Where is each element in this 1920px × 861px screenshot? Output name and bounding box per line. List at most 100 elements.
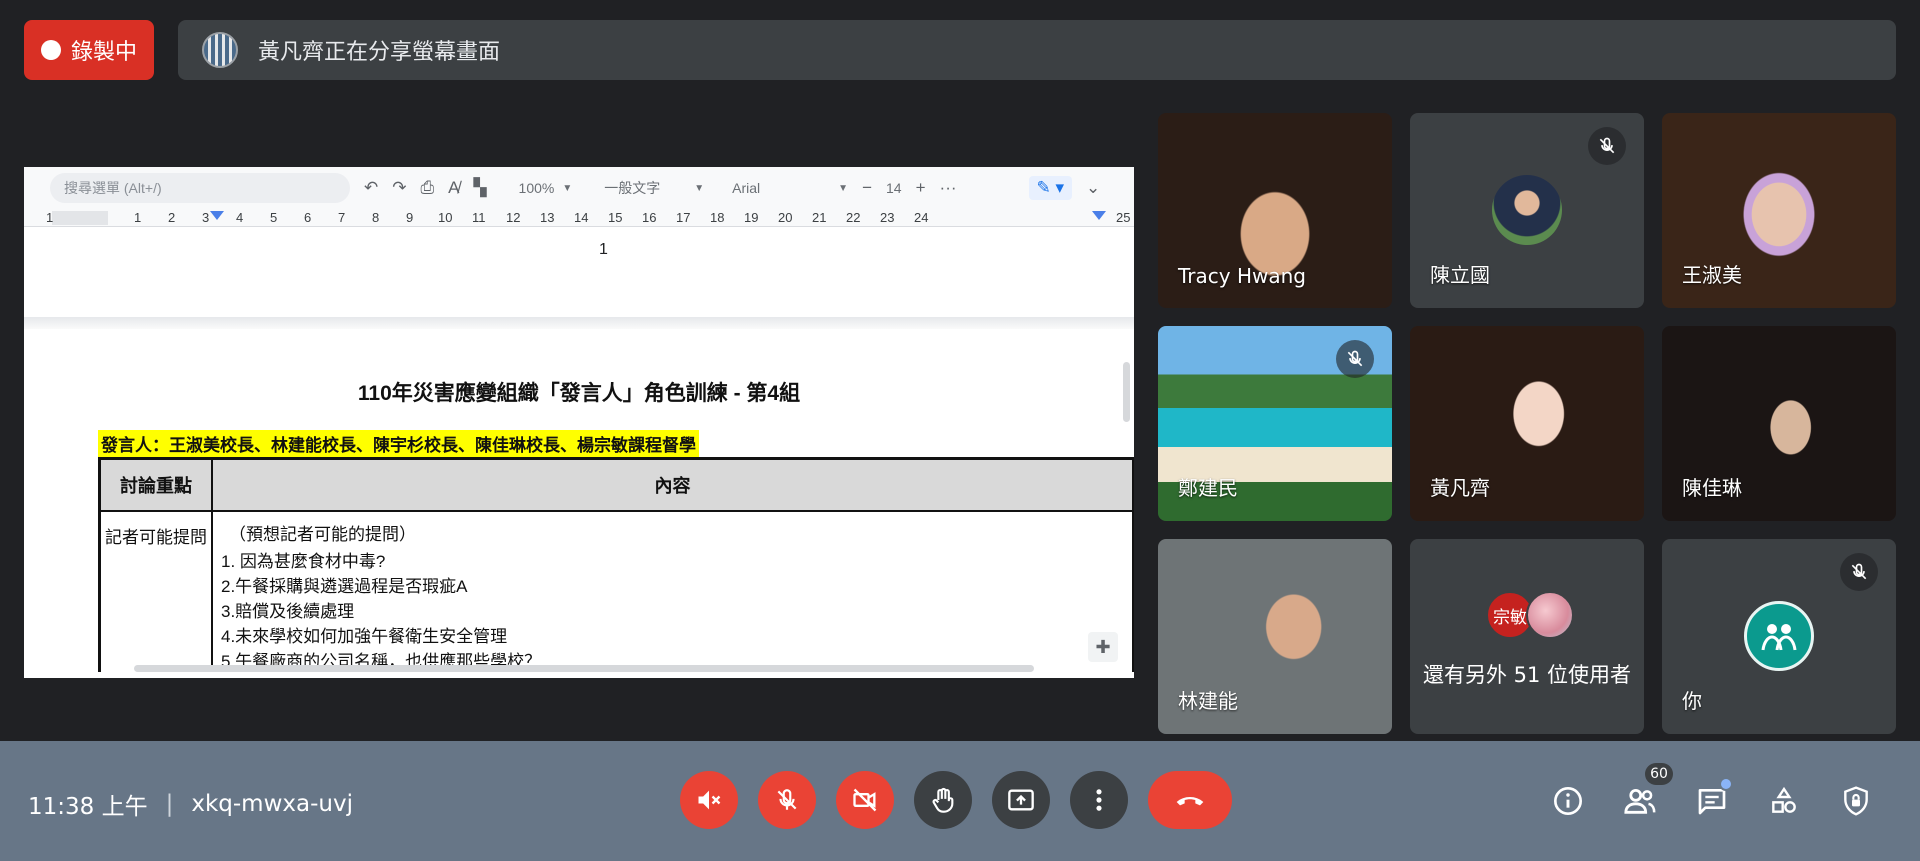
ruler-tick-label: 5 xyxy=(270,210,278,225)
ruler-tick-label: 8 xyxy=(372,210,380,225)
doc-menu-search: 搜尋選單 (Alt+/) xyxy=(50,173,350,203)
mic-off-icon xyxy=(777,789,797,810)
participant-name: 林建能 xyxy=(1178,689,1238,713)
row-label-line: 提問 xyxy=(173,528,207,547)
zoom-value: 100% xyxy=(518,180,555,196)
ruler-margin xyxy=(52,211,108,225)
participant-tile-huang-fanqi[interactable]: 黃凡齊 xyxy=(1410,326,1644,521)
ruler-tick-label: 3 xyxy=(202,210,210,225)
raise-hand-button[interactable] xyxy=(914,771,972,829)
people-count-badge: 60 xyxy=(1645,763,1673,785)
shapes-icon xyxy=(1772,786,1796,813)
table-row: 記者可能 提問 （預想記者可能的提問） 1. 因為甚麼食材中毒? 2.午餐採購與… xyxy=(101,512,1132,672)
camera-toggle-button[interactable] xyxy=(836,771,894,829)
ruler-tick-label: 21 xyxy=(812,210,827,225)
present-to-all-icon xyxy=(1008,789,1034,811)
screen-share-text: 黃凡齊正在分享螢幕畫面 xyxy=(258,40,501,65)
ruler-tick-label: 2 xyxy=(168,210,176,225)
participant-tile-tracy-hwang[interactable]: Tracy Hwang xyxy=(1158,113,1392,308)
participant-tile-chen-jialin[interactable]: 陳佳琳 xyxy=(1662,326,1896,521)
table-row-content: （預想記者可能的提問） 1. 因為甚麼食材中毒? 2.午餐採購與遴選過程是否瑕疵… xyxy=(213,512,1132,672)
info-icon xyxy=(1554,787,1582,815)
host-controls-button[interactable] xyxy=(1838,783,1874,819)
speaker-mute-button[interactable] xyxy=(680,771,738,829)
leave-call-button[interactable] xyxy=(1148,771,1232,829)
more-participants-tile[interactable]: 宗敏 還有另外 51 位使用者 xyxy=(1410,539,1644,734)
participant-tile-wang-shumei[interactable]: 王淑美 xyxy=(1662,113,1896,308)
ruler-tick-label: 22 xyxy=(846,210,861,225)
participant-name: 陳立國 xyxy=(1430,263,1490,287)
doc-table: 討論重點 內容 記者可能 提問 （預想記者可能的提問） 1. 因為甚麼食材中毒?… xyxy=(98,457,1134,672)
present-screen-button[interactable] xyxy=(992,771,1050,829)
ruler-tick-label: 19 xyxy=(744,210,759,225)
participant-tile-zheng-jianmin[interactable]: 鄭建民 xyxy=(1158,326,1392,521)
participant-name: 你 xyxy=(1682,689,1702,713)
row-label-line: 記者可能 xyxy=(105,528,173,547)
redo-icon: ↷ xyxy=(392,178,407,197)
shield-lock-icon xyxy=(1844,786,1868,816)
more-options-button[interactable] xyxy=(1070,771,1128,829)
meeting-info-button[interactable] xyxy=(1550,783,1586,819)
participant-tile-lin-jianneng[interactable]: 林建能 xyxy=(1158,539,1392,734)
recording-indicator[interactable]: 錄製中 xyxy=(24,20,154,80)
shared-screen: 搜尋選單 (Alt+/) ↶ ↷ ⎙ A̸ ▚ 100% ▼ 一般文字 ▼ Aria… xyxy=(24,167,1134,678)
meeting-code: xkq-mwxa-uvj xyxy=(191,791,353,817)
table-row-label: 記者可能 提問 xyxy=(101,512,213,672)
doc-toolbar: 搜尋選單 (Alt+/) ↶ ↷ ⎙ A̸ ▚ 100% ▼ 一般文字 ▼ Aria… xyxy=(24,167,1134,209)
edit-mode-icon: ✎ ▾ xyxy=(1028,176,1073,200)
zoom-select: 100% ▼ xyxy=(519,180,573,196)
people-button[interactable] xyxy=(1622,783,1658,819)
ruler-tick-label: 12 xyxy=(506,210,521,225)
ruler-tick-label: 11 xyxy=(472,210,486,225)
spellcheck-icon: A̸ xyxy=(448,178,460,197)
table-header-row: 討論重點 內容 xyxy=(101,460,1132,512)
horizontal-scrollbar xyxy=(134,665,1034,672)
chevron-down-icon: ▼ xyxy=(694,182,705,194)
recording-label: 錄製中 xyxy=(70,40,137,65)
ruler-tick-label: 16 xyxy=(642,210,657,225)
ruler-tick-label: 24 xyxy=(914,210,929,225)
mic-off-icon xyxy=(1588,127,1626,165)
more-horizontal-icon: ··· xyxy=(939,178,957,197)
ruler-tick-label: 7 xyxy=(338,210,346,225)
question-item: 1. 因為甚麼食材中毒? xyxy=(221,552,386,571)
doc-menu-search-placeholder: 搜尋選單 (Alt+/) xyxy=(64,180,162,196)
ruler-tick-label: 23 xyxy=(880,210,895,225)
question-item: 3.賠償及後續處理 xyxy=(221,602,355,621)
participant-tile-self[interactable]: 你 xyxy=(1662,539,1896,734)
record-dot-icon xyxy=(40,40,61,60)
question-item: 2.午餐採購與遴選過程是否瑕疵A xyxy=(221,577,468,596)
participant-name: 王淑美 xyxy=(1682,263,1742,287)
mic-off-icon xyxy=(1336,340,1374,378)
add-comment-icon: ✚ xyxy=(1088,632,1118,662)
microphone-toggle-button[interactable] xyxy=(758,771,816,829)
ruler-tick-label: 13 xyxy=(540,210,555,225)
chevron-down-icon: ▼ xyxy=(838,182,849,194)
ruler-tick-label: 1 xyxy=(46,210,54,225)
participant-name: 陳佳琳 xyxy=(1682,476,1742,500)
participant-name: Tracy Hwang xyxy=(1178,264,1306,288)
question-intro: （預想記者可能的提問） xyxy=(229,525,416,544)
collapse-icon: ⌄ xyxy=(1086,178,1101,197)
participant-name: 黃凡齊 xyxy=(1430,476,1490,500)
ruler-tick-label: 18 xyxy=(710,210,725,225)
table-header-cell: 討論重點 xyxy=(101,460,213,510)
mic-off-icon xyxy=(1840,553,1878,591)
ruler-tick-label: 1 xyxy=(134,210,142,225)
ruler-tick-label: 20 xyxy=(778,210,793,225)
participant-tile-chen-liguo[interactable]: 陳立國 xyxy=(1410,113,1644,308)
divider: | xyxy=(165,791,174,817)
screen-share-banner: 黃凡齊正在分享螢幕畫面 xyxy=(178,20,1896,80)
minus-icon: − xyxy=(862,178,873,197)
paint-format-icon: ▚ xyxy=(473,178,487,197)
activities-button[interactable] xyxy=(1766,783,1802,819)
more-participants-text: 還有另外 51 位使用者 xyxy=(1422,663,1632,687)
ruler-tick-label: 4 xyxy=(236,210,244,225)
avatar xyxy=(1492,175,1562,245)
ruler-tick-label: 6 xyxy=(304,210,312,225)
ruler-tick-label: 10 xyxy=(438,210,453,225)
print-icon: ⎙ xyxy=(420,178,435,197)
volume-off-icon xyxy=(698,790,721,810)
more-vert-icon xyxy=(1096,789,1102,811)
ruler-tick-label: 15 xyxy=(608,210,623,225)
